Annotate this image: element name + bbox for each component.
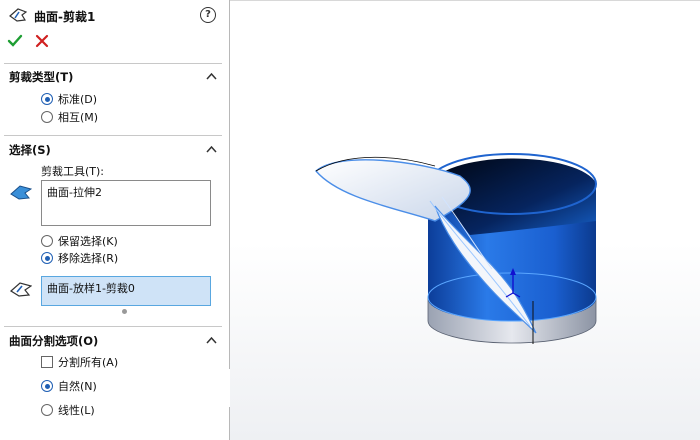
radio-label: 线性(L): [58, 404, 95, 417]
radio-label: 保留选择(K): [58, 235, 118, 248]
pieces-to-remove-listbox[interactable]: 曲面-放样1-剪裁0: [41, 276, 211, 306]
list-item[interactable]: 曲面-放样1-剪裁0: [47, 282, 135, 295]
property-manager-panel: 曲面-剪裁1 ? 剪裁类型(T) 标准(D) 相互(M) 选择(S) 剪裁工具(…: [0, 0, 230, 440]
section-title-split-options[interactable]: 曲面分割选项(O): [9, 333, 98, 349]
radio-natural[interactable]: 自然(N): [41, 379, 97, 393]
divider: [4, 135, 222, 136]
radio-mutual[interactable]: 相互(M): [41, 110, 98, 124]
checkbox-box[interactable]: [41, 356, 53, 368]
section-title-trim-type[interactable]: 剪裁类型(T): [9, 69, 73, 85]
feature-title: 曲面-剪裁1: [34, 10, 96, 24]
radio-linear[interactable]: 线性(L): [41, 403, 95, 417]
radio-keep-selections[interactable]: 保留选择(K): [41, 234, 118, 248]
divider: [4, 326, 222, 327]
chevron-up-icon[interactable]: [206, 336, 217, 344]
checkbox-split-all[interactable]: 分割所有(A): [41, 355, 118, 369]
surface-selection-icon: [10, 282, 32, 297]
chevron-up-icon[interactable]: [206, 72, 217, 80]
radio-label: 相互(M): [58, 111, 99, 124]
trim-tool-listbox[interactable]: 曲面-拉伸2: [41, 180, 211, 226]
close-icon[interactable]: [35, 34, 49, 48]
radio-button[interactable]: [41, 235, 53, 247]
help-icon[interactable]: ?: [200, 7, 216, 23]
radio-button[interactable]: [41, 93, 53, 105]
radio-button[interactable]: [41, 404, 53, 416]
radio-button[interactable]: [41, 111, 53, 123]
checkbox-label: 分割所有(A): [58, 356, 119, 369]
trim-tool-label: 剪裁工具(T):: [41, 165, 105, 178]
section-title-selections[interactable]: 选择(S): [9, 142, 51, 158]
resize-grip[interactable]: [122, 309, 127, 314]
divider: [4, 63, 222, 64]
checkmark-icon[interactable]: [7, 33, 23, 49]
property-manager-header: 曲面-剪裁1 ?: [0, 0, 230, 30]
radio-label: 自然(N): [58, 380, 97, 393]
list-item[interactable]: 曲面-拉伸2: [47, 186, 102, 199]
radio-remove-selections[interactable]: 移除选择(R): [41, 251, 118, 265]
radio-button[interactable]: [41, 380, 53, 392]
radio-button[interactable]: [41, 252, 53, 264]
radio-label: 标准(D): [58, 93, 98, 106]
surface-trim-icon: [9, 8, 27, 22]
graphics-viewport[interactable]: [230, 0, 700, 440]
model-view[interactable]: [230, 1, 700, 440]
surface-selection-icon: [10, 185, 32, 200]
radio-label: 移除选择(R): [58, 252, 119, 265]
loft-surface[interactable]: [315, 159, 471, 222]
radio-standard[interactable]: 标准(D): [41, 92, 97, 106]
chevron-up-icon[interactable]: [206, 145, 217, 153]
